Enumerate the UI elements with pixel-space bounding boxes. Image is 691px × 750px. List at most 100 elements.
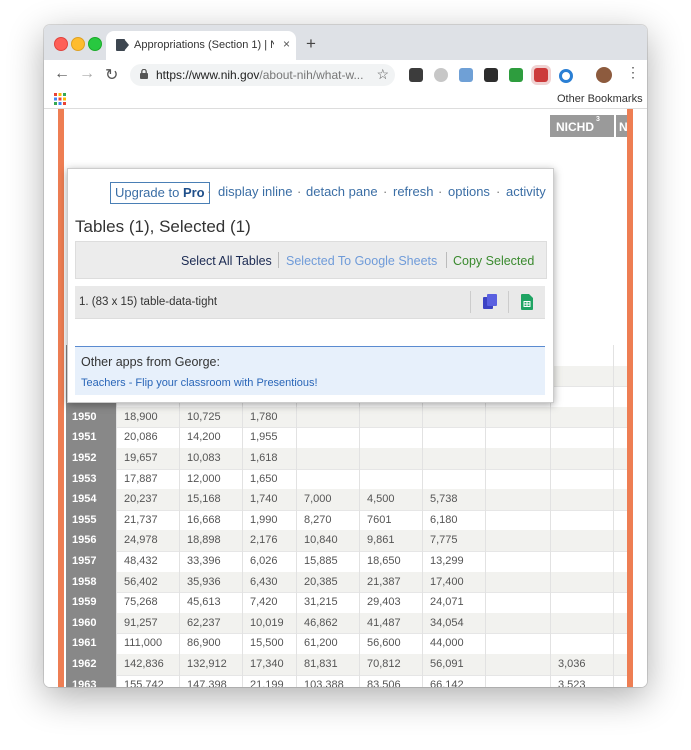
table-cell — [296, 406, 359, 428]
table-cell: 61,200 — [296, 633, 359, 654]
table-cell: 66,142 — [422, 674, 485, 687]
year-cell: 1952 — [66, 448, 116, 469]
table-cell: 83,506 — [359, 674, 422, 687]
upgrade-pro-button[interactable]: Upgrade to Pro — [110, 182, 210, 204]
bookmark-star-icon[interactable]: ☆ — [376, 66, 389, 83]
table-cell — [550, 612, 613, 634]
table-cell: 41,487 — [359, 612, 422, 634]
table-cell — [485, 571, 550, 593]
table-cell: 17,887 — [116, 468, 179, 490]
table-cell: 33,396 — [179, 551, 242, 572]
address-bar[interactable]: https://www.nih.gov/about-nih/what-w... … — [130, 64, 395, 86]
close-window-button[interactable] — [54, 37, 68, 51]
table-cell — [613, 654, 627, 675]
table-cell: 18,900 — [116, 406, 179, 428]
extension-r-icon[interactable] — [484, 68, 498, 82]
extension-tools-icon[interactable] — [459, 68, 473, 82]
table-cell: 10,019 — [242, 612, 296, 634]
year-cell: 1963 — [66, 674, 116, 687]
column-header-nichd: NICHD 3 — [550, 115, 614, 137]
table-row: 1958 56,402 35,936 6,430 20,385 21,387 17,400 — [66, 571, 627, 594]
menu-separator: · — [207, 184, 212, 199]
table-cell — [613, 406, 627, 428]
table-cell — [613, 571, 627, 593]
table-cell — [485, 592, 550, 613]
table-cell: 86,900 — [179, 633, 242, 654]
activity-link[interactable]: activity — [506, 184, 546, 199]
extension-active-icon[interactable] — [534, 68, 548, 82]
detach-pane-link[interactable]: detach pane — [306, 184, 378, 199]
extension-grey-icon[interactable] — [434, 68, 448, 82]
new-tab-button[interactable]: + — [306, 34, 316, 54]
forward-button[interactable]: → — [79, 65, 95, 83]
table-cell — [613, 427, 627, 448]
selected-to-google-sheets-button[interactable]: Selected To Google Sheets — [286, 254, 437, 268]
table-cell: 17,340 — [242, 654, 296, 675]
table-cell: 20,385 — [296, 571, 359, 593]
table-cell: 6,430 — [242, 571, 296, 593]
extension-circle-icon[interactable] — [559, 69, 573, 83]
display-inline-link[interactable]: display inline — [218, 184, 292, 199]
table-cell — [485, 509, 550, 531]
table-cell: 16,668 — [179, 509, 242, 531]
active-tab[interactable]: Appropriations (Section 1) | Na × — [106, 31, 296, 60]
column-header-footnote: 3 — [596, 116, 600, 123]
table-cell: 3,036 — [550, 654, 613, 675]
maximize-window-button[interactable] — [88, 37, 102, 51]
table-cell: 20,237 — [116, 489, 179, 510]
profile-avatar[interactable] — [596, 67, 612, 83]
google-sheets-icon[interactable] — [521, 294, 533, 310]
close-tab-icon[interactable]: × — [283, 37, 290, 51]
table-cell — [613, 612, 627, 634]
table-cell: 18,898 — [179, 530, 242, 551]
table-cell — [613, 592, 627, 613]
table-cell: 147,398 — [179, 674, 242, 687]
presentious-link[interactable]: Teachers - Flip your classroom with Pres… — [81, 377, 318, 389]
table-cell — [296, 468, 359, 490]
other-bookmarks-folder[interactable]: Other Bookmarks — [557, 93, 643, 105]
table-cell: 2,176 — [242, 530, 296, 551]
table-cell — [485, 406, 550, 428]
copy-selected-button[interactable]: Copy Selected — [453, 254, 534, 268]
column-header-label: NICHD — [556, 120, 594, 134]
extension-table-capture-icon[interactable] — [409, 68, 423, 82]
popup-action-bar: Select All Tables Selected To Google She… — [75, 241, 547, 279]
table-row: 1950 18,900 10,725 1,780 — [66, 406, 627, 429]
table-cell — [422, 448, 485, 469]
table-cell — [613, 674, 627, 687]
menu-separator: · — [383, 184, 388, 199]
apps-grid-icon[interactable] — [54, 93, 66, 105]
table-list-item[interactable]: 1. (83 x 15) table-data-tight — [75, 286, 545, 319]
table-cell: 7601 — [359, 509, 422, 531]
options-link[interactable]: options — [448, 184, 490, 199]
minimize-window-button[interactable] — [71, 37, 85, 51]
table-cell: 12,000 — [179, 468, 242, 490]
table-row: 1960 91,257 62,237 10,019 46,862 41,487 34,054 — [66, 612, 627, 635]
table-row: 1953 17,887 12,000 1,650 — [66, 468, 627, 491]
table-cell: 3,523 — [550, 674, 613, 687]
table-cell: 13,299 — [422, 551, 485, 572]
extension-download-icon[interactable] — [509, 68, 523, 82]
other-apps-title: Other apps from George: — [81, 355, 220, 369]
table-cell: 15,168 — [179, 489, 242, 510]
table-cell — [550, 633, 613, 654]
reload-button[interactable]: ↻ — [105, 65, 118, 85]
table-cell — [422, 468, 485, 490]
table-row: 1956 24,978 18,898 2,176 10,840 9,861 7,775 — [66, 530, 627, 552]
table-cell — [359, 427, 422, 448]
table-cell: 10,083 — [179, 448, 242, 469]
table-cell — [359, 406, 422, 428]
table-cell: 1,955 — [242, 427, 296, 448]
table-cell: 21,387 — [359, 571, 422, 593]
table-cell: 31,215 — [296, 592, 359, 613]
copy-icon[interactable] — [483, 294, 497, 309]
table-row: 1957 48,432 33,396 6,026 15,885 18,650 13,299 — [66, 551, 627, 573]
url-text: https://www.nih.gov/about-nih/what-w... — [156, 68, 366, 82]
refresh-link[interactable]: refresh — [393, 184, 433, 199]
back-button[interactable]: ← — [54, 65, 70, 83]
table-cell: 17,400 — [422, 571, 485, 593]
table-cell: 48,432 — [116, 551, 179, 572]
table-cell: 14,200 — [179, 427, 242, 448]
select-all-tables-button[interactable]: Select All Tables — [181, 254, 272, 268]
browser-menu-icon[interactable]: ⋮ — [626, 64, 640, 81]
